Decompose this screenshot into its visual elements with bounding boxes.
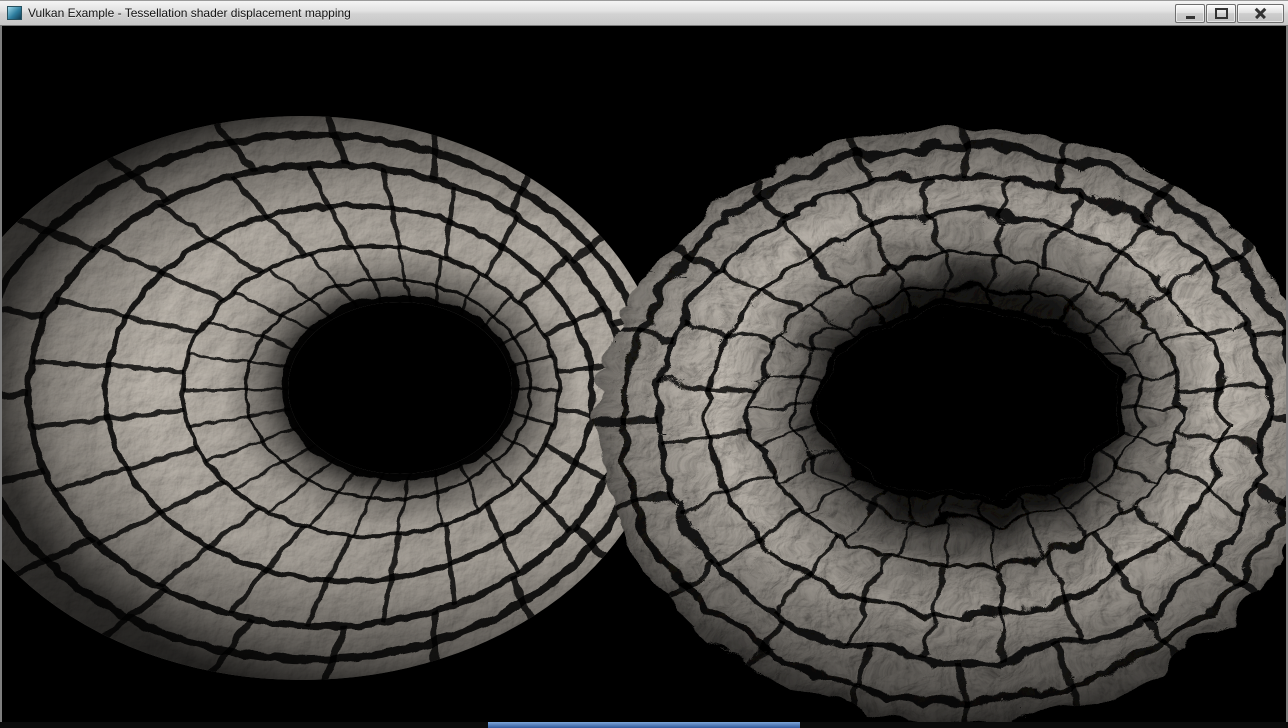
close-button[interactable] (1237, 4, 1284, 23)
scene-lighting-overlay (2, 26, 1286, 722)
maximize-button[interactable] (1206, 4, 1236, 23)
maximize-icon (1215, 8, 1228, 19)
window-icon (7, 6, 22, 20)
taskbar-peek (488, 722, 800, 728)
titlebar[interactable]: Vulkan Example - Tessellation shader dis… (0, 0, 1288, 26)
window-title: Vulkan Example - Tessellation shader dis… (28, 6, 351, 20)
minimize-button[interactable] (1175, 4, 1205, 23)
render-viewport[interactable] (0, 26, 1288, 722)
close-icon (1254, 8, 1267, 19)
minimize-icon (1186, 16, 1195, 19)
bottom-edge (0, 722, 1288, 728)
app-window: Vulkan Example - Tessellation shader dis… (0, 0, 1288, 728)
window-controls (1174, 4, 1284, 23)
